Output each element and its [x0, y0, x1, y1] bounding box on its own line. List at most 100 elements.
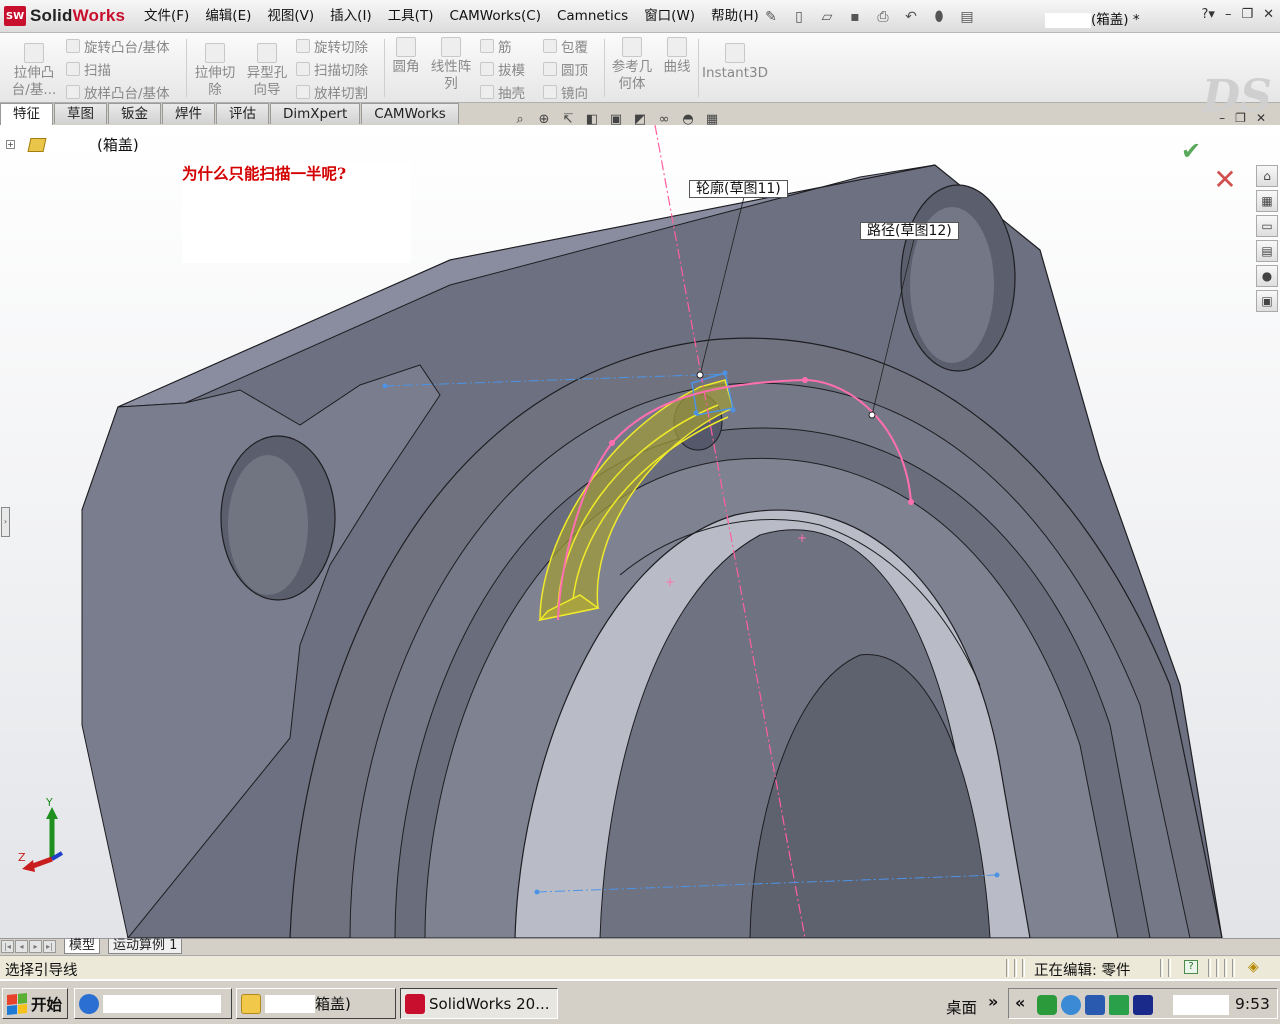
new-document-icon[interactable]: ▯ [788, 7, 810, 27]
redacted-tray-area [1173, 995, 1229, 1015]
menu-tools[interactable]: 工具(T) [380, 0, 442, 33]
restore-icon[interactable]: ❐ [1241, 7, 1253, 22]
command-tabs: 特征 草图 钣金 焊件 评估 DimXpert CAMWorks [0, 103, 460, 125]
home-icon[interactable]: ⌂ [1256, 165, 1278, 187]
curves-button[interactable]: 曲线 [660, 37, 694, 76]
design-library-icon[interactable]: ▦ [1256, 190, 1278, 212]
solidworks-logo[interactable]: SW SolidWorks [4, 5, 132, 27]
next-tab-icon[interactable]: ▸ [29, 940, 42, 953]
draft-button[interactable]: 拔模 [480, 59, 525, 79]
print-icon[interactable]: ⎙ [872, 7, 894, 27]
menu-file[interactable]: 文件(F) [136, 0, 197, 33]
menu-edit[interactable]: 编辑(E) [197, 0, 259, 33]
view-palette-icon[interactable]: ▤ [1256, 240, 1278, 262]
taskbar-item-folder[interactable]: 箱盖) [236, 988, 396, 1019]
open-folder-icon[interactable]: ▱ [816, 7, 838, 27]
feature-tree-root[interactable]: + (箱盖) [6, 134, 139, 155]
network-globe-icon[interactable] [1061, 995, 1081, 1015]
restore-icon[interactable]: ❐ [1235, 111, 1246, 125]
expand-icon[interactable]: + [6, 140, 15, 149]
expand-toolbar-icon[interactable]: » [988, 992, 998, 1011]
graphics-area[interactable]: + + + (箱盖) 为什么只能扫描一半呢? 轮廓(草图11) 路径(草图12)… [0, 125, 1280, 938]
annotation-note[interactable]: 为什么只能扫描一半呢? [182, 162, 411, 263]
tab-motion-study[interactable]: 运动算例 1 [108, 939, 183, 954]
help-icon[interactable]: ? [1184, 960, 1198, 974]
extrude-boss-button[interactable]: 拉伸凸台/基... [8, 43, 60, 99]
file-explorer-icon[interactable]: ▭ [1256, 215, 1278, 237]
revolve-boss-button[interactable]: 旋转凸台/基体 [66, 36, 170, 56]
tab-evaluate[interactable]: 评估 [216, 103, 269, 124]
wrap-button[interactable]: 包覆 [543, 36, 588, 56]
path-leader-dot [868, 411, 876, 419]
menu-view[interactable]: 视图(V) [259, 0, 322, 33]
tab-model[interactable]: 模型 [64, 939, 101, 954]
sweep-icon [66, 62, 80, 76]
menu-help[interactable]: 帮助(H) [703, 0, 767, 33]
save-icon[interactable]: ▪ [844, 7, 866, 27]
options-icon[interactable]: ▤ [956, 7, 978, 27]
help-menu-icon[interactable]: ?▾ [1202, 7, 1215, 22]
left-bolt-hole-inner [228, 455, 308, 595]
menu-camworks[interactable]: CAMWorks(C) [441, 0, 549, 33]
menu-window[interactable]: 窗口(W) [636, 0, 703, 33]
close-icon[interactable]: ✕ [1256, 111, 1266, 125]
taskbar-item-browser[interactable] [74, 988, 232, 1019]
ok-checkmark-icon[interactable]: ✔ [1176, 137, 1206, 165]
note-text: 为什么只能扫描一半呢? [182, 164, 347, 183]
reference-geometry-button[interactable]: 参考几何体 [608, 37, 656, 93]
linear-pattern-button[interactable]: 线性阵列 [428, 37, 474, 93]
show-hidden-icons-icon[interactable]: « [1015, 993, 1025, 1012]
shell-button[interactable]: 抽壳 [480, 82, 525, 102]
undo-icon[interactable]: ↶ [900, 7, 922, 27]
tab-camworks[interactable]: CAMWorks [361, 103, 459, 124]
close-icon[interactable]: ✕ [1263, 7, 1274, 22]
draft-icon [480, 62, 494, 76]
revolve-cut-button[interactable]: 旋转切除 [296, 36, 368, 56]
tab-weldments[interactable]: 焊件 [162, 103, 215, 124]
hole-wizard-button[interactable]: 异型孔向导 [244, 43, 290, 99]
input-method-icon[interactable] [1085, 995, 1105, 1015]
last-tab-icon[interactable]: ▸| [43, 940, 56, 953]
loft-cut-button[interactable]: 放样切割 [296, 82, 368, 102]
tab-dimxpert[interactable]: DimXpert [270, 103, 361, 124]
minimize-icon[interactable]: – [1225, 7, 1232, 22]
first-tab-icon[interactable]: |◂ [1, 940, 14, 953]
fillet-button[interactable]: 圆角 [388, 37, 424, 76]
menu-insert[interactable]: 插入(I) [322, 0, 380, 33]
reference-triad: Y Z [18, 797, 64, 872]
window-controls: ?▾ – ❐ ✕ [1202, 7, 1275, 22]
app-name: SolidWorks [30, 6, 126, 25]
tab-sketch[interactable]: 草图 [54, 103, 107, 124]
appearances-icon[interactable]: ● [1256, 265, 1278, 287]
media-icon[interactable] [1133, 995, 1153, 1015]
menu-camnetics[interactable]: Camnetics [549, 0, 636, 33]
loft-boss-button[interactable]: 放样凸台/基体 [66, 82, 170, 102]
tab-features[interactable]: 特征 [0, 103, 53, 125]
tab-sheet-metal[interactable]: 钣金 [108, 103, 161, 124]
extrude-cut-button[interactable]: 拉伸切除 [192, 43, 238, 99]
dome-button[interactable]: 圆顶 [543, 59, 588, 79]
clock[interactable]: 9:53 [1235, 995, 1270, 1013]
mirror-icon [543, 85, 557, 99]
mirror-button[interactable]: 镜向 [543, 82, 588, 102]
rib-button[interactable]: 筋 [480, 36, 512, 56]
sidebar-toggle-handle[interactable]: › [1, 507, 10, 537]
security-shield-icon[interactable] [1037, 995, 1057, 1015]
start-button[interactable]: 开始 [2, 988, 68, 1019]
custom-properties-icon[interactable]: ▣ [1256, 290, 1278, 312]
prev-tab-icon[interactable]: ◂ [15, 940, 28, 953]
instant3d-button[interactable]: Instant3D [702, 43, 768, 82]
path-point [908, 499, 914, 505]
profile-callout[interactable]: 轮廓(草图11) [689, 180, 788, 198]
path-callout[interactable]: 路径(草图12) [860, 222, 959, 240]
pin-icon[interactable]: ✎ [760, 7, 782, 27]
umbrella-icon[interactable] [1109, 995, 1129, 1015]
sweep-button[interactable]: 扫描 [66, 59, 111, 79]
taskbar-item-solidworks[interactable]: SolidWorks 20... [400, 988, 558, 1019]
sweep-cut-button[interactable]: 扫描切除 [296, 59, 368, 79]
minimize-icon[interactable]: – [1219, 111, 1225, 125]
tag-icon[interactable]: ◈ [1248, 959, 1259, 975]
select-icon[interactable]: ⬮ [928, 7, 950, 27]
desktop-toolbar-label[interactable]: 桌面 [946, 996, 977, 1018]
cancel-x-icon[interactable]: ✕ [1210, 165, 1240, 195]
